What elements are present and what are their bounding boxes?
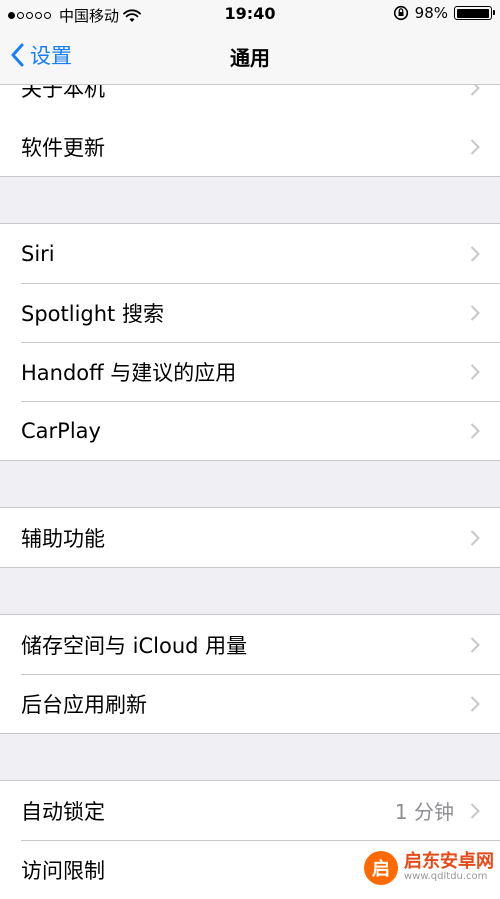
chevron-right-icon <box>470 85 480 96</box>
list-item-spotlight[interactable]: Spotlight 搜索 <box>0 283 500 342</box>
watermark-name: 启东安卓网 <box>404 851 494 873</box>
auto-lock-value: 1 分钟 <box>394 800 454 824</box>
list-item-label: CarPlay <box>21 418 101 443</box>
chevron-right-icon <box>470 304 480 321</box>
list-item-label: Handoff 与建议的应用 <box>21 360 237 385</box>
settings-group-accessibility: 辅助功能 <box>0 507 500 568</box>
chevron-right-icon <box>470 363 480 380</box>
settings-group-siri: Siri Spotlight 搜索 Handoff 与建议的应用 CarPlay <box>0 223 500 461</box>
orientation-lock-icon <box>393 5 408 21</box>
battery-area: 98% <box>393 4 495 22</box>
page-title: 通用 <box>230 46 270 70</box>
list-item-software-update[interactable]: 软件更新 <box>0 117 500 176</box>
list-item-label: 访问限制 <box>21 858 105 883</box>
list-item-auto-lock[interactable]: 自动锁定 1 分钟 <box>0 781 500 840</box>
chevron-right-icon <box>470 802 480 819</box>
battery-percent: 98% <box>414 4 448 22</box>
list-item-label: 后台应用刷新 <box>21 692 147 717</box>
settings-list: 关于本机 软件更新 Siri Spotlight 搜索 Handoff 与建议的… <box>0 85 500 899</box>
watermark-url: www.qdltdu.com <box>404 871 488 883</box>
settings-group-about: 关于本机 软件更新 <box>0 85 500 177</box>
list-item-label: 自动锁定 <box>21 799 105 824</box>
status-bar: 中国移动 19:40 98% <box>0 0 500 28</box>
chevron-right-icon <box>470 422 480 439</box>
list-item-background-refresh[interactable]: 后台应用刷新 <box>0 674 500 733</box>
list-item-accessibility[interactable]: 辅助功能 <box>0 508 500 567</box>
list-item-storage-icloud[interactable]: 储存空间与 iCloud 用量 <box>0 615 500 674</box>
list-item-about[interactable]: 关于本机 <box>0 85 500 117</box>
battery-level-fill <box>456 8 489 18</box>
battery-icon <box>454 6 495 20</box>
settings-group-storage: 储存空间与 iCloud 用量 后台应用刷新 <box>0 614 500 734</box>
list-item-siri[interactable]: Siri <box>0 224 500 283</box>
chevron-right-icon <box>470 138 480 155</box>
list-item-label: Spotlight 搜索 <box>21 301 164 326</box>
watermark-logo-icon: 启 <box>364 851 398 885</box>
list-item-handoff[interactable]: Handoff 与建议的应用 <box>0 342 500 401</box>
chevron-right-icon <box>470 529 480 546</box>
chevron-right-icon <box>470 695 480 712</box>
list-item-label: Siri <box>21 241 55 266</box>
watermark: 启 启东安卓网 www.qdltdu.com <box>364 851 494 885</box>
chevron-right-icon <box>470 636 480 653</box>
navigation-bar: 设置 通用 <box>0 28 500 85</box>
list-item-carplay[interactable]: CarPlay <box>0 401 500 460</box>
list-item-label: 储存空间与 iCloud 用量 <box>21 633 248 658</box>
chevron-right-icon <box>470 245 480 262</box>
list-item-label: 辅助功能 <box>21 526 105 551</box>
list-item-label: 关于本机 <box>21 85 105 101</box>
list-item-label: 软件更新 <box>21 135 105 160</box>
